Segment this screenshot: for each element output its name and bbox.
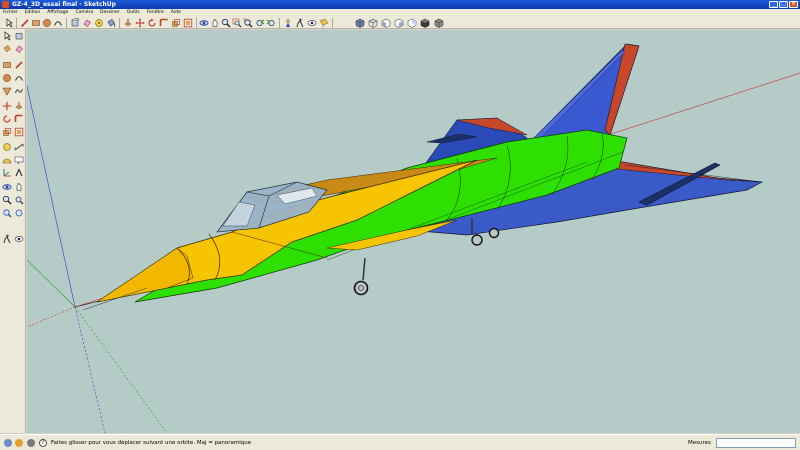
pan-icon[interactable] [14, 182, 24, 192]
front-view-icon[interactable] [381, 18, 391, 28]
status-message: Faites glisser pour vous déplacer suivan… [51, 440, 252, 446]
3d-viewport[interactable] [27, 30, 800, 433]
eraser-icon[interactable] [82, 18, 92, 28]
make-component-icon[interactable] [14, 31, 24, 41]
rectangle-icon[interactable] [2, 60, 12, 70]
right-view-icon[interactable] [394, 18, 404, 28]
zoom-extents-icon[interactable] [243, 18, 253, 28]
credits-icon[interactable] [15, 439, 23, 447]
menu-outils[interactable]: Outils [127, 9, 140, 16]
zoom-window-icon[interactable] [232, 18, 242, 28]
toolbar-separator [16, 18, 17, 28]
toolbar-separator [119, 18, 120, 28]
select-arrow-icon[interactable] [2, 31, 12, 41]
menu-dessiner[interactable]: Dessiner [100, 9, 120, 16]
scale-icon[interactable] [2, 127, 12, 137]
main-toolbar [0, 16, 800, 29]
zoom-extents-icon[interactable] [2, 208, 12, 218]
user-icon[interactable] [27, 439, 35, 447]
toolbar-separator [332, 18, 333, 28]
protractor-icon[interactable] [2, 155, 12, 165]
zoom-window-icon[interactable] [14, 195, 24, 205]
text-icon[interactable] [14, 155, 24, 165]
help-icon[interactable]: ? [39, 439, 47, 447]
circle-icon[interactable] [42, 18, 52, 28]
sketchup-window: GZ-4_3D_essai final - SketchUp _ □ × Fic… [0, 0, 800, 450]
left-view-icon[interactable] [420, 18, 430, 28]
3d-text-icon[interactable] [14, 168, 24, 178]
select-arrow-icon[interactable] [4, 18, 14, 28]
freehand-icon[interactable] [14, 86, 24, 96]
offset-icon[interactable] [14, 127, 24, 137]
move-icon[interactable] [2, 101, 12, 111]
rotate-icon[interactable] [147, 18, 157, 28]
push-pull-icon[interactable] [14, 101, 24, 111]
geo-location-icon[interactable] [4, 439, 12, 447]
measurements-label: Mesures [688, 440, 711, 446]
jet-model-render [27, 43, 800, 433]
position-camera-icon[interactable] [283, 18, 293, 28]
paint-bucket-icon[interactable] [2, 44, 12, 54]
maximize-button[interactable]: □ [779, 1, 788, 8]
menu-aide[interactable]: Aide [171, 9, 181, 16]
line-pencil-icon[interactable] [14, 60, 24, 70]
line-pencil-icon[interactable] [20, 18, 30, 28]
menu-affichage[interactable]: Affichage [47, 9, 68, 16]
zoom-icon[interactable] [2, 195, 12, 205]
previous-view-icon[interactable] [255, 18, 265, 28]
circle-icon[interactable] [2, 73, 12, 83]
rotate-icon[interactable] [2, 114, 12, 124]
follow-me-icon[interactable] [159, 18, 169, 28]
look-around-icon[interactable] [307, 18, 317, 28]
top-view-icon[interactable] [368, 18, 378, 28]
tape-measure-icon[interactable] [94, 18, 104, 28]
walk-icon[interactable] [2, 234, 12, 244]
menu-fenetre[interactable]: Fenêtre [147, 9, 164, 16]
measurements-input[interactable] [716, 438, 796, 448]
previous-view-icon[interactable] [14, 208, 24, 218]
move-icon[interactable] [135, 18, 145, 28]
xray-icon[interactable] [434, 18, 444, 28]
eraser-icon[interactable] [14, 44, 24, 54]
menu-bar: Fichier Edition Affichage Caméra Dessine… [0, 9, 800, 16]
window-controls: _ □ × [769, 1, 798, 8]
zoom-icon[interactable] [221, 18, 231, 28]
menu-fichier[interactable]: Fichier [3, 9, 18, 16]
menu-edition[interactable]: Edition [25, 9, 41, 16]
next-view-icon[interactable] [266, 18, 276, 28]
close-button[interactable]: × [789, 1, 798, 8]
left-toolbar [0, 29, 26, 433]
paint-bucket-icon[interactable] [106, 18, 116, 28]
dimension-icon[interactable] [14, 142, 24, 152]
pan-icon[interactable] [210, 18, 220, 28]
follow-me-icon[interactable] [14, 114, 24, 124]
minimize-button[interactable]: _ [769, 1, 778, 8]
title-bar: GZ-4_3D_essai final - SketchUp _ □ × [0, 0, 800, 9]
scale-icon[interactable] [171, 18, 181, 28]
section-plane-icon[interactable] [319, 18, 329, 28]
toolbar-separator [66, 18, 67, 28]
sketchup-app-icon [2, 1, 9, 8]
rectangle-icon[interactable] [31, 18, 41, 28]
status-bar: ? Faites glisser pour vous déplacer suiv… [0, 434, 800, 450]
arc-icon[interactable] [14, 73, 24, 83]
toolbar-separator [279, 18, 280, 28]
axes-icon[interactable] [2, 168, 12, 178]
walk-icon[interactable] [295, 18, 305, 28]
push-pull-icon[interactable] [123, 18, 133, 28]
toolbar-separator [196, 18, 197, 28]
back-view-icon[interactable] [407, 18, 417, 28]
orbit-icon[interactable] [199, 18, 209, 28]
menu-camera[interactable]: Caméra [75, 9, 93, 16]
orbit-icon[interactable] [2, 182, 12, 192]
tape-measure-icon[interactable] [2, 142, 12, 152]
polygon-icon[interactable] [2, 86, 12, 96]
make-component-icon[interactable] [70, 18, 80, 28]
arc-icon[interactable] [53, 18, 63, 28]
offset-icon[interactable] [183, 18, 193, 28]
look-around-icon[interactable] [14, 234, 24, 244]
window-title: GZ-4_3D_essai final - SketchUp [12, 1, 116, 8]
iso-view-icon[interactable] [355, 18, 365, 28]
